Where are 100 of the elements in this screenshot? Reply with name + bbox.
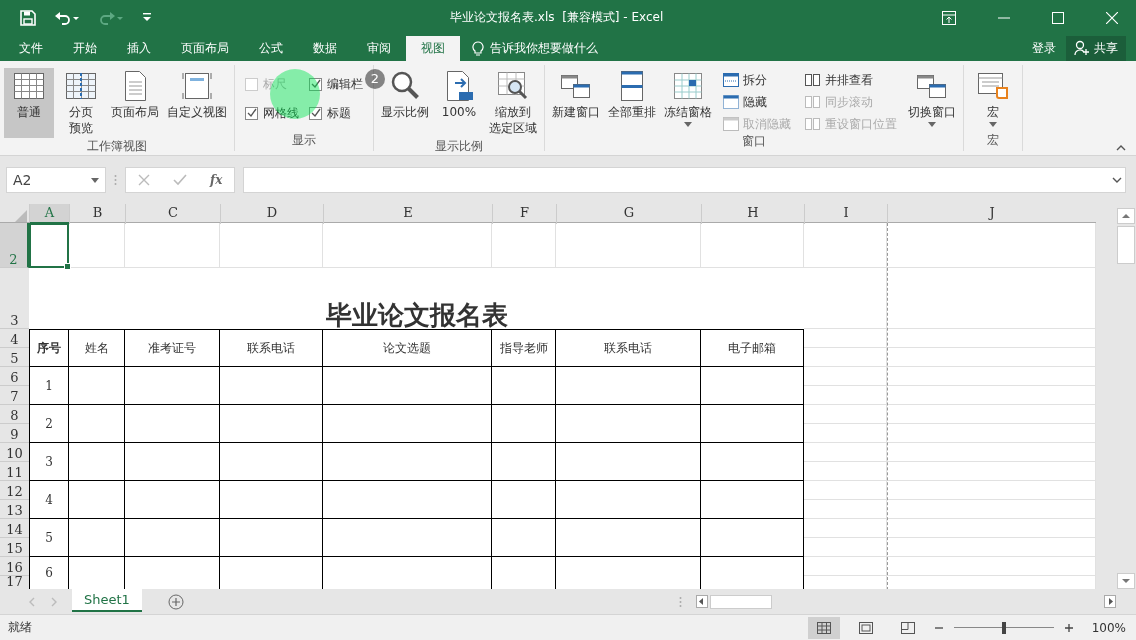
- expand-caret-icon[interactable]: [1112, 177, 1122, 184]
- close-icon[interactable]: [1106, 11, 1118, 24]
- row-header[interactable]: 3: [0, 268, 29, 330]
- maximize-icon[interactable]: [1052, 11, 1064, 24]
- formula-input[interactable]: [243, 167, 1126, 194]
- ribbon-display-icon[interactable]: [942, 10, 956, 25]
- table-cell: 5: [29, 519, 69, 558]
- checkbox[interactable]: [309, 106, 322, 120]
- grip-icon: [114, 174, 117, 187]
- ribbon-small-button[interactable]: 拆分: [723, 71, 791, 89]
- table-cell: [69, 405, 125, 444]
- undo-icon[interactable]: [54, 9, 80, 26]
- unhide-window-icon: [723, 117, 739, 132]
- table-header-cell: 准考证号: [125, 329, 220, 368]
- ribbon-button[interactable]: 100%: [434, 67, 484, 138]
- ribbon-tab[interactable]: 审阅: [352, 35, 406, 61]
- row-header[interactable]: 9: [0, 424, 29, 444]
- row-header[interactable]: 6: [0, 367, 29, 387]
- side-by-side-icon: [805, 73, 821, 88]
- row-header[interactable]: 17: [0, 576, 29, 590]
- row-header[interactable]: 12: [0, 481, 29, 501]
- zoom-in-icon[interactable]: [1063, 622, 1074, 633]
- page-break-icon: [900, 621, 915, 634]
- window-title: 毕业论文报名表.xls [兼容模式] - Excel: [450, 9, 665, 27]
- hide-window-icon: [723, 95, 739, 110]
- ribbon-tab[interactable]: 数据: [298, 35, 352, 61]
- horizontal-scrollbar[interactable]: [696, 594, 1116, 609]
- caret-icon: [91, 177, 99, 183]
- ribbon-button[interactable]: 全部重排: [605, 67, 659, 133]
- sheet-grid-icon: [816, 621, 831, 634]
- share-button[interactable]: 共享: [1066, 35, 1126, 61]
- checkbox[interactable]: [309, 77, 322, 91]
- page-layout-icon: [858, 621, 873, 634]
- name-box[interactable]: A2: [6, 167, 106, 194]
- sign-in-link[interactable]: 登录: [1032, 39, 1056, 57]
- row-header[interactable]: 11: [0, 462, 29, 482]
- ribbon-tab[interactable]: 开始: [58, 35, 112, 61]
- normal-view-button[interactable]: [807, 616, 840, 639]
- table-cell: [492, 367, 556, 406]
- zoom-level-text[interactable]: 100%: [1091, 620, 1126, 635]
- row-header[interactable]: 8: [0, 405, 29, 425]
- save-icon[interactable]: [20, 9, 36, 26]
- ribbon-button[interactable]: 切换窗口: [905, 67, 959, 133]
- table-cell: 1: [29, 367, 69, 406]
- insert-function-button[interactable]: fx: [210, 173, 223, 188]
- table-header-cell: 联系电话: [220, 329, 323, 368]
- row-header[interactable]: 15: [0, 538, 29, 558]
- table-cell: [492, 405, 556, 444]
- customize-caret-icon[interactable]: [142, 11, 152, 24]
- checkbox-option[interactable]: 编辑栏: [309, 75, 363, 93]
- ribbon-group-label: 宏: [986, 131, 1000, 149]
- ribbon-button[interactable]: 新建窗口: [549, 67, 603, 133]
- scroll-right-icon[interactable]: [1104, 595, 1116, 609]
- collapse-ribbon-icon[interactable]: [1116, 144, 1126, 151]
- ribbon-button[interactable]: 自定义视图: [164, 67, 230, 138]
- cell-cursor[interactable]: [29, 223, 69, 269]
- row-header[interactable]: 2: [0, 223, 29, 269]
- table-cell: 2: [29, 405, 69, 444]
- table-header-cell: 姓名: [69, 329, 125, 368]
- row-header[interactable]: 4: [0, 329, 29, 349]
- table-cell: [492, 481, 556, 520]
- table-cell: 6: [29, 557, 69, 590]
- scroll-thumb[interactable]: [710, 594, 772, 609]
- ribbon-group-label: 工作簿视图: [86, 137, 148, 155]
- row-header[interactable]: 10: [0, 443, 29, 463]
- row-header[interactable]: 13: [0, 500, 29, 520]
- add-sheet-icon[interactable]: [167, 593, 184, 610]
- row-header[interactable]: 5: [0, 348, 29, 368]
- scroll-down-icon[interactable]: [1117, 573, 1135, 590]
- scroll-left-icon[interactable]: [696, 595, 708, 609]
- row-header[interactable]: 14: [0, 519, 29, 539]
- table-header-cell: 序号: [29, 329, 69, 368]
- ribbon-tab[interactable]: 插入: [112, 35, 166, 61]
- row-header[interactable]: 7: [0, 386, 29, 406]
- redo-icon: [98, 9, 124, 26]
- row-header[interactable]: 16: [0, 557, 29, 577]
- ribbon-tab[interactable]: 视图: [406, 35, 460, 61]
- ribbon-button[interactable]: 分页 预览: [56, 67, 106, 138]
- table-cell: [69, 557, 125, 590]
- scroll-thumb[interactable]: [1117, 226, 1135, 265]
- sheet-tab[interactable]: Sheet1: [72, 589, 142, 613]
- ribbon-small-button[interactable]: 并排查看: [805, 71, 897, 89]
- ribbon-group-label: 显示: [291, 131, 317, 149]
- ribbon-button[interactable]: 冻结窗格: [661, 67, 715, 133]
- table-cell: [69, 367, 125, 406]
- scroll-up-icon[interactable]: [1117, 208, 1135, 225]
- ribbon-button[interactable]: 缩放到 选定区域: [486, 67, 540, 138]
- ribbon-tab[interactable]: 公式: [244, 35, 298, 61]
- column-header[interactable]: A: [29, 204, 69, 225]
- checkbox[interactable]: [245, 106, 258, 120]
- table-cell: [69, 481, 125, 520]
- ribbon-tab[interactable]: 页面布局: [166, 35, 244, 61]
- tell-me-box[interactable]: 告诉我你想要做什么: [472, 35, 1032, 61]
- ribbon-button[interactable]: 宏: [968, 67, 1018, 132]
- ribbon-button[interactable]: 页面布局: [108, 67, 162, 138]
- checkbox-option[interactable]: 标题: [309, 104, 363, 122]
- ribbon-small-button[interactable]: 隐藏: [723, 93, 791, 111]
- ribbon-button[interactable]: 普通: [4, 67, 54, 138]
- ribbon-tab[interactable]: 文件: [4, 35, 58, 61]
- zoom-slider-thumb[interactable]: [1001, 621, 1006, 634]
